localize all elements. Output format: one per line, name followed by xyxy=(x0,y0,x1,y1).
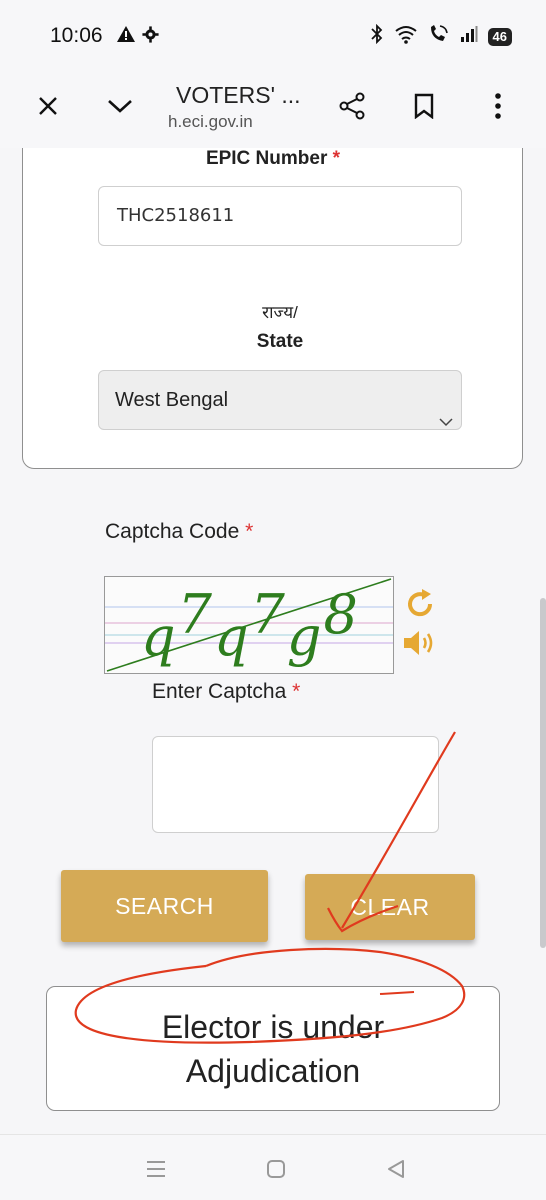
page-url[interactable]: h.eci.gov.in xyxy=(168,112,253,132)
epic-label: EPIC Number * xyxy=(205,148,341,169)
settings-icon xyxy=(142,25,159,48)
page-content: EPIC Number * THC2518611 राज्य/ State We… xyxy=(0,148,546,1134)
state-select[interactable]: West Bengal xyxy=(98,370,462,430)
epic-number-input[interactable]: THC2518611 xyxy=(98,186,462,246)
home-icon[interactable] xyxy=(262,1155,290,1183)
scrollbar[interactable] xyxy=(540,598,546,948)
result-message-box: Elector is under Adjudication xyxy=(46,986,500,1111)
bookmark-icon[interactable] xyxy=(406,88,442,124)
audio-icon[interactable] xyxy=(402,628,440,663)
chevron-down-icon xyxy=(439,392,453,450)
captcha-code-label: Captcha Code * xyxy=(105,520,254,543)
search-button[interactable]: SEARCH xyxy=(61,870,268,942)
warning-icon xyxy=(116,25,136,48)
required-mark: * xyxy=(332,148,341,169)
more-vert-icon[interactable] xyxy=(480,88,516,124)
wifi-calling-icon xyxy=(428,24,450,49)
navigation-bar xyxy=(0,1134,546,1200)
state-label-hindi: राज्य/ xyxy=(262,303,298,322)
share-icon[interactable] xyxy=(334,88,370,124)
result-message-line2: Adjudication xyxy=(185,1052,361,1089)
enter-captcha-label: Enter Captcha * xyxy=(152,680,301,703)
state-selected-value: West Bengal xyxy=(115,389,229,411)
status-time: 10:06 xyxy=(50,24,103,47)
battery-icon: 46 xyxy=(487,27,512,46)
browser-toolbar: VOTERS' ... h.eci.gov.in xyxy=(0,70,546,148)
clear-button[interactable]: CLEAR xyxy=(305,874,475,940)
back-icon[interactable] xyxy=(382,1155,410,1183)
state-label: State xyxy=(256,331,304,352)
signal-icon xyxy=(460,25,478,48)
result-message-line1: Elector is under xyxy=(161,1008,385,1045)
captcha-text: q7q7g8 xyxy=(141,583,360,668)
refresh-icon[interactable] xyxy=(404,588,436,625)
chevron-down-icon[interactable] xyxy=(102,88,138,124)
menu-icon[interactable] xyxy=(142,1155,170,1183)
captcha-image: q7q7g8 xyxy=(104,576,394,674)
wifi-icon xyxy=(394,24,418,49)
page-title[interactable]: VOTERS' ... xyxy=(176,82,301,109)
close-icon[interactable] xyxy=(30,88,66,124)
bluetooth-icon xyxy=(370,23,384,49)
captcha-input[interactable] xyxy=(152,736,439,833)
status-bar: 10:06 46 xyxy=(0,0,546,70)
